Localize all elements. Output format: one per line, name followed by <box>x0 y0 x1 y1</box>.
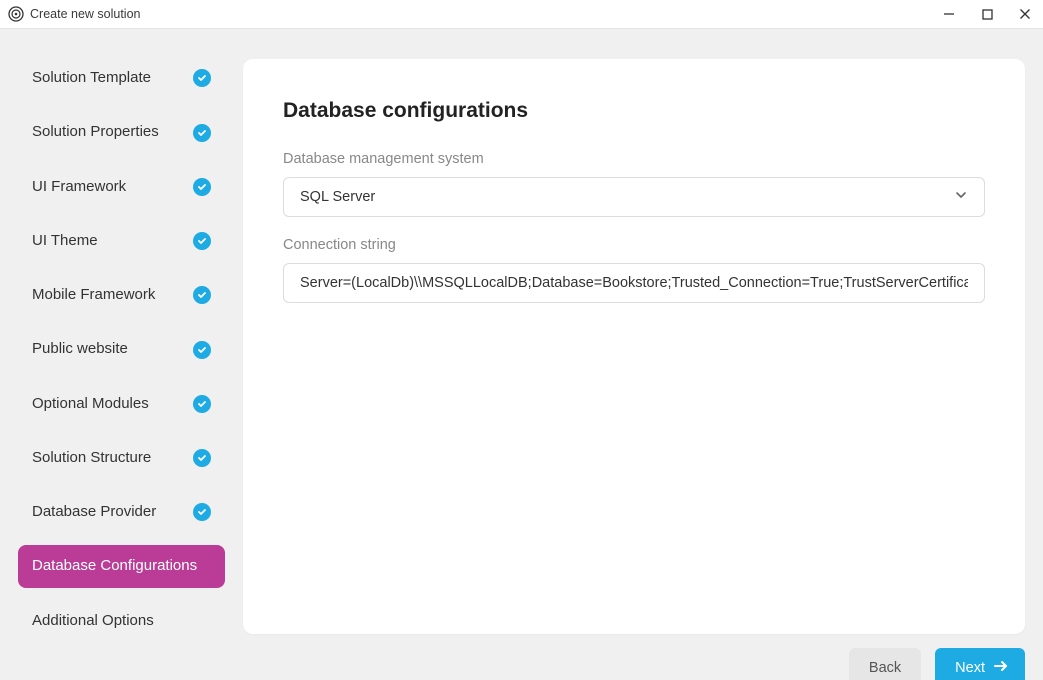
sidebar-item-label: Solution Structure <box>32 448 151 468</box>
dbms-select-value: SQL Server <box>300 189 375 205</box>
titlebar-left: Create new solution <box>8 6 140 22</box>
sidebar-item-ui-framework[interactable]: UI Framework <box>18 166 225 208</box>
check-icon <box>193 449 211 467</box>
close-button[interactable] <box>1017 6 1033 22</box>
check-icon <box>193 232 211 250</box>
sidebar-item-solution-structure[interactable]: Solution Structure <box>18 437 225 479</box>
sidebar-item-public-website[interactable]: Public website <box>18 328 225 370</box>
sidebar-item-label: UI Theme <box>32 231 98 251</box>
check-icon <box>193 178 211 196</box>
sidebar-item-label: Solution Properties <box>32 122 159 142</box>
sidebar-item-label: Public website <box>32 339 128 359</box>
sidebar-list: Solution Template Solution Properties UI F… <box>18 57 225 642</box>
sidebar-item-solution-properties[interactable]: Solution Properties <box>18 111 225 153</box>
check-icon <box>193 341 211 359</box>
app-body: Solution Template Solution Properties UI F… <box>0 29 1043 680</box>
sidebar-item-database-provider[interactable]: Database Provider <box>18 491 225 533</box>
content-wrap: Database configurations Database managem… <box>243 29 1043 680</box>
app-icon <box>8 6 24 22</box>
back-button-label: Back <box>869 660 901 676</box>
maximize-button[interactable] <box>979 6 995 22</box>
sidebar: Solution Template Solution Properties UI F… <box>0 29 243 680</box>
sidebar-item-label: Additional Options <box>32 611 154 631</box>
sidebar-item-label: UI Framework <box>32 177 126 197</box>
sidebar-item-solution-template[interactable]: Solution Template <box>18 57 225 99</box>
arrow-right-icon <box>993 658 1009 678</box>
next-button[interactable]: Next <box>935 648 1025 680</box>
check-icon <box>193 395 211 413</box>
sidebar-item-database-configurations[interactable]: Database Configurations <box>18 545 225 587</box>
check-icon <box>193 286 211 304</box>
check-icon <box>193 503 211 521</box>
sidebar-item-label: Optional Modules <box>32 394 149 414</box>
check-icon <box>193 124 211 142</box>
check-icon <box>193 69 211 87</box>
next-button-label: Next <box>955 660 985 676</box>
sidebar-item-label: Database Configurations <box>32 556 197 576</box>
sidebar-item-additional-options[interactable]: Additional Options <box>18 600 225 642</box>
sidebar-item-ui-theme[interactable]: UI Theme <box>18 220 225 262</box>
sidebar-item-label: Solution Template <box>32 68 151 88</box>
sidebar-item-mobile-framework[interactable]: Mobile Framework <box>18 274 225 316</box>
chevron-down-icon <box>954 188 968 206</box>
dbms-select[interactable]: SQL Server <box>283 177 985 217</box>
connstr-label: Connection string <box>283 237 985 253</box>
sidebar-item-optional-modules[interactable]: Optional Modules <box>18 383 225 425</box>
dbms-label: Database management system <box>283 151 985 167</box>
back-button[interactable]: Back <box>849 648 921 680</box>
window-controls <box>941 6 1033 22</box>
connection-string-input[interactable] <box>283 263 985 303</box>
page-title: Database configurations <box>283 99 985 123</box>
sidebar-item-label: Mobile Framework <box>32 285 155 305</box>
titlebar: Create new solution <box>0 0 1043 29</box>
content-panel: Database configurations Database managem… <box>243 59 1025 634</box>
window-title: Create new solution <box>30 7 140 21</box>
footer: Back Next <box>243 648 1025 680</box>
sidebar-item-label: Database Provider <box>32 502 156 522</box>
minimize-button[interactable] <box>941 6 957 22</box>
